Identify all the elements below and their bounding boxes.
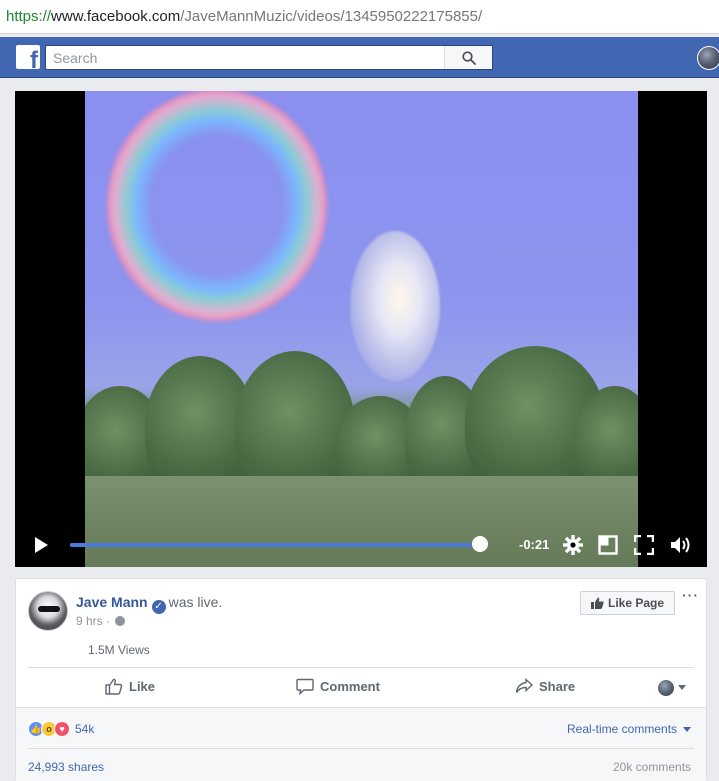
reactions-count: 54k: [75, 722, 95, 736]
settings-button[interactable]: [561, 533, 585, 557]
post-action-bar: Like Comment Share: [16, 669, 708, 705]
share-label: Share: [539, 678, 576, 694]
like-button[interactable]: Like: [105, 678, 155, 695]
realtime-comments-dropdown[interactable]: Real-time comments: [567, 722, 692, 736]
browser-url-bar[interactable]: https://www.facebook.com/JaveMannMuzic/v…: [0, 0, 719, 34]
url-host: www.facebook.com: [51, 8, 181, 25]
divider: [28, 667, 694, 668]
search-button[interactable]: [444, 46, 492, 69]
meta-separator: ·: [106, 614, 111, 628]
facebook-header: f: [0, 37, 719, 78]
sunglasses: [38, 606, 60, 612]
author-name[interactable]: Jave Mann: [76, 594, 148, 610]
divider: [28, 748, 694, 749]
thumbs-up-icon: [590, 597, 604, 609]
video-controls: -0:21: [15, 527, 707, 567]
share-icon: [515, 678, 533, 693]
progress-fill: [70, 543, 480, 547]
picture-in-picture-icon: [598, 535, 618, 555]
realtime-comments-label: Real-time comments: [567, 722, 678, 736]
fullscreen-button[interactable]: [632, 533, 656, 557]
video-frame: [85, 91, 638, 567]
play-icon[interactable]: [31, 535, 51, 555]
progress-track[interactable]: [70, 543, 488, 547]
facebook-logo[interactable]: f: [16, 45, 40, 69]
love-reaction-icon: ♥: [54, 721, 70, 737]
share-count[interactable]: 24,993 shares: [28, 760, 104, 774]
time-remaining: -0:21: [519, 537, 550, 552]
globe-icon: [115, 616, 126, 626]
like-page-label: Like Page: [607, 596, 665, 610]
search-input[interactable]: [46, 46, 456, 69]
url-scheme: https://: [6, 8, 52, 25]
search-icon: [461, 50, 476, 65]
volume-icon: [671, 537, 690, 553]
search-box: [45, 45, 493, 70]
chevron-down-icon[interactable]: [678, 685, 686, 690]
rainbow-ring: [107, 91, 327, 321]
video-player[interactable]: -0:21: [15, 91, 707, 567]
share-button[interactable]: Share: [515, 678, 575, 694]
thumbs-up-icon: [105, 678, 123, 695]
progress-handle[interactable]: [471, 536, 488, 552]
post-time[interactable]: 9 hrs: [76, 614, 103, 628]
view-count: 1.5M Views: [88, 643, 150, 657]
chevron-down-icon: [683, 726, 692, 732]
user-avatar[interactable]: [697, 46, 719, 70]
comment-label: Comment: [320, 679, 380, 694]
post-footer: 👍 o ♥ 54k Real-time comments 24,993 shar…: [16, 707, 706, 781]
picture-in-picture-button[interactable]: [596, 533, 620, 557]
url-path: /JaveMannMuzic/videos/1345950222175855/: [180, 8, 483, 25]
fullscreen-icon: [634, 535, 654, 555]
post-meta: 9 hrs ·: [76, 614, 126, 628]
verified-badge-icon: ✓: [151, 600, 166, 614]
facebook-logo-letter: f: [30, 47, 38, 70]
post-author-line: Jave Mann ✓ was live.: [76, 594, 222, 614]
post-card: Jave Mann ✓ was live. 9 hrs · Like Page ··…: [15, 578, 707, 781]
comment-button[interactable]: Comment: [296, 678, 380, 695]
volume-button[interactable]: [668, 533, 692, 557]
url-text[interactable]: https://www.facebook.com/JaveMannMuzic/v…: [6, 8, 482, 25]
more-options-button[interactable]: ···: [682, 587, 699, 603]
post-action-text: was live.: [168, 594, 223, 610]
reactions-summary[interactable]: 👍 o ♥ 54k: [28, 721, 94, 737]
comment-count[interactable]: 20k comments: [613, 760, 691, 774]
treeline: [85, 346, 638, 501]
like-page-button[interactable]: Like Page: [580, 591, 675, 615]
page-identity-avatar[interactable]: [658, 680, 674, 696]
gear-icon: [563, 535, 583, 555]
author-avatar[interactable]: [28, 591, 68, 631]
like-label: Like: [129, 679, 156, 694]
comment-icon: [296, 678, 314, 695]
